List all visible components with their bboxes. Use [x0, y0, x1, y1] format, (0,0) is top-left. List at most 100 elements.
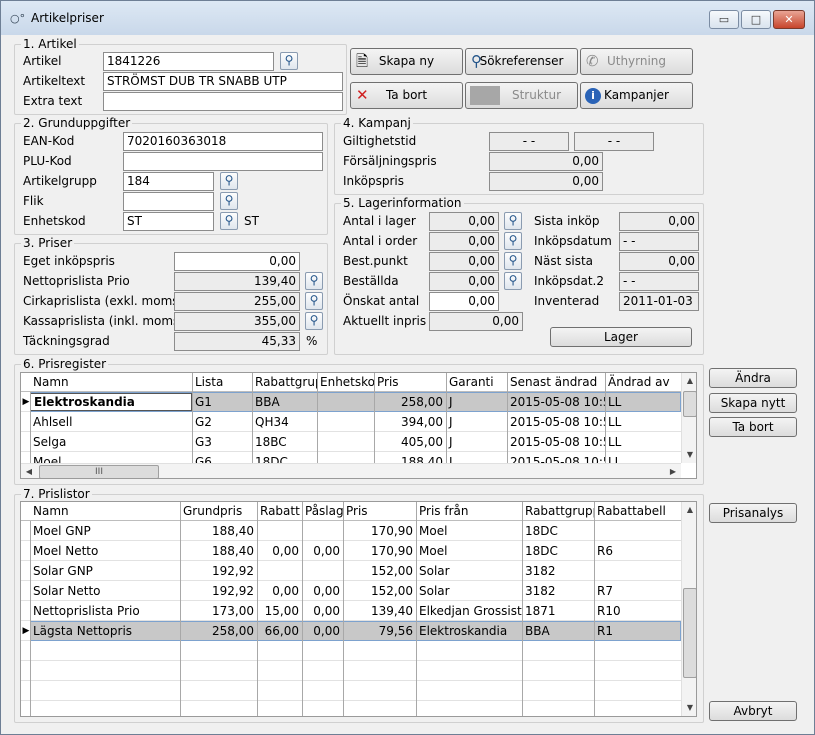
- table-cell[interactable]: Moel: [416, 541, 522, 561]
- table-cell[interactable]: 0,00: [302, 541, 343, 561]
- table-cell[interactable]: Nettoprislista Prio: [30, 601, 180, 621]
- close-button[interactable]: ✕: [773, 10, 805, 29]
- struktur-button[interactable]: Struktur: [465, 82, 578, 109]
- flik-input[interactable]: [123, 192, 214, 211]
- maximize-button[interactable]: □: [741, 10, 771, 29]
- vertical-scrollbar[interactable]: ▲ ▼: [681, 502, 696, 716]
- scroll-thumb[interactable]: [683, 391, 696, 417]
- inkopspris-input[interactable]: 0,00: [489, 172, 603, 191]
- table-cell[interactable]: Solar GNP: [30, 561, 180, 581]
- andra-button[interactable]: Ändra: [709, 368, 797, 388]
- table-cell[interactable]: [302, 521, 343, 541]
- avbryt-button[interactable]: Avbryt: [709, 701, 797, 721]
- table-cell[interactable]: 0,00: [302, 601, 343, 621]
- table-cell[interactable]: 66,00: [257, 621, 302, 641]
- table-cell[interactable]: Selga: [30, 432, 192, 452]
- table-cell[interactable]: Moel GNP: [30, 521, 180, 541]
- table-cell[interactable]: 152,00: [343, 581, 416, 601]
- grid-header-7[interactable]: Ändrad av: [608, 373, 681, 391]
- table-row[interactable]: Moel Netto 188,40 0,00 0,00 170,90 Moel 18DC R6: [21, 541, 681, 561]
- scroll-down-icon[interactable]: ▼: [682, 447, 696, 463]
- table-cell[interactable]: 15,00: [257, 601, 302, 621]
- giltighet-to-input[interactable]: - -: [574, 132, 654, 151]
- grid-header-2[interactable]: Rabattgrupp: [255, 373, 317, 391]
- table-cell[interactable]: 394,00: [374, 412, 446, 432]
- ta-bort-button[interactable]: ✕ Ta bort: [350, 82, 463, 109]
- table-cell[interactable]: 258,00: [180, 621, 257, 641]
- table-cell[interactable]: 170,90: [343, 521, 416, 541]
- scroll-right-icon[interactable]: ▶: [665, 464, 681, 478]
- prisregister-grid[interactable]: NamnListaRabattgruppEnhetskodPrisGaranti…: [20, 372, 697, 479]
- kampanjer-button[interactable]: i Kampanjer: [580, 82, 693, 109]
- prisanalys-button[interactable]: Prisanalys: [709, 503, 797, 523]
- scroll-thumb[interactable]: [683, 588, 696, 678]
- enhetskod-input[interactable]: ST: [123, 212, 214, 231]
- antal-i-order-search-icon[interactable]: ⚲: [504, 232, 522, 250]
- table-cell[interactable]: Moel Netto: [30, 541, 180, 561]
- table-cell[interactable]: J: [446, 432, 507, 452]
- table-cell[interactable]: G2: [192, 412, 252, 432]
- artikel-search-icon[interactable]: ⚲: [280, 52, 298, 70]
- enhetskod-search-icon[interactable]: ⚲: [220, 212, 238, 230]
- table-row[interactable]: Moel GNP 188,40 170,90 Moel 18DC: [21, 521, 681, 541]
- table-row[interactable]: Lägsta Nettopris 258,00 66,00 0,00 79,56 Elek…: [21, 621, 681, 641]
- ean-input[interactable]: 7020160363018: [123, 132, 323, 151]
- table-cell[interactable]: 173,00: [180, 601, 257, 621]
- vertical-scrollbar[interactable]: ▲ ▼: [681, 373, 696, 463]
- scroll-left-icon[interactable]: ◀: [21, 464, 37, 478]
- table-cell[interactable]: 0,00: [257, 541, 302, 561]
- scroll-down-icon[interactable]: ▼: [682, 700, 696, 716]
- table-cell[interactable]: 2015-05-08 10:55:2: [507, 412, 605, 432]
- kassaprislista-search-icon[interactable]: ⚲: [305, 312, 323, 330]
- artikeltext-input[interactable]: STRÖMST DUB TR SNABB UTP: [103, 72, 343, 91]
- skapa-nytt-button[interactable]: Skapa nytt: [709, 393, 797, 413]
- table-cell[interactable]: [317, 412, 374, 432]
- table-cell[interactable]: R7: [594, 581, 681, 601]
- table-cell[interactable]: 18BC: [252, 432, 317, 452]
- table-cell[interactable]: Ahlsell: [30, 412, 192, 432]
- table-cell[interactable]: [317, 432, 374, 452]
- artikelgrupp-search-icon[interactable]: ⚲: [220, 172, 238, 190]
- table-cell[interactable]: 152,00: [343, 561, 416, 581]
- grid-header-5[interactable]: Garanti: [449, 373, 507, 391]
- table-cell[interactable]: 79,56: [343, 621, 416, 641]
- cirkaprislista-search-icon[interactable]: ⚲: [305, 292, 323, 310]
- table-cell[interactable]: J: [446, 412, 507, 432]
- eget-inkopspris-input[interactable]: 0,00: [174, 252, 300, 271]
- table-row[interactable]: Elektroskandia G1 BBA 258,00 J 2015-05-08 10:…: [21, 392, 681, 412]
- table-cell[interactable]: 18DC: [522, 521, 594, 541]
- table-cell[interactable]: Elektroskandia: [416, 621, 522, 641]
- table-row[interactable]: Solar Netto 192,92 0,00 0,00 152,00 Solar 3182…: [21, 581, 681, 601]
- onskat-antal-input[interactable]: 0,00: [429, 292, 499, 311]
- scroll-up-icon[interactable]: ▲: [682, 502, 696, 518]
- forsaljningspris-input[interactable]: 0,00: [489, 152, 603, 171]
- table-cell[interactable]: [257, 561, 302, 581]
- table-cell[interactable]: 170,90: [343, 541, 416, 561]
- uthyrning-button[interactable]: ✆ Uthyrning: [580, 48, 693, 75]
- table-cell[interactable]: 2015-05-08 10:55:2: [507, 432, 605, 452]
- table-cell[interactable]: 188,40: [180, 541, 257, 561]
- table-cell[interactable]: 139,40: [343, 601, 416, 621]
- antal-i-lager-search-icon[interactable]: ⚲: [504, 212, 522, 230]
- table-cell[interactable]: [594, 561, 681, 581]
- grid-header-7[interactable]: Rabattabell: [597, 502, 681, 520]
- table-cell[interactable]: 3182: [522, 561, 594, 581]
- artikelgrupp-input[interactable]: 184: [123, 172, 214, 191]
- table-cell[interactable]: [302, 561, 343, 581]
- table-cell[interactable]: [317, 392, 374, 412]
- prislistor-grid[interactable]: Namn Grundpris Rabatt Påslag Pris Pris från Ra…: [20, 501, 697, 717]
- plu-input[interactable]: [123, 152, 323, 171]
- table-cell[interactable]: LL: [605, 432, 681, 452]
- table-cell[interactable]: 0,00: [302, 621, 343, 641]
- table-cell[interactable]: G3: [192, 432, 252, 452]
- sokreferenser-button[interactable]: ⚲ Sökreferenser: [465, 48, 578, 75]
- table-cell[interactable]: 18DC: [522, 541, 594, 561]
- table-cell[interactable]: 2015-05-08 10:55:2: [507, 392, 605, 412]
- grid-header-0[interactable]: Namn: [33, 502, 180, 520]
- table-row[interactable]: Solar GNP 192,92 152,00 Solar 3182: [21, 561, 681, 581]
- lager-button[interactable]: Lager: [550, 327, 692, 347]
- grid-header-4[interactable]: Pris: [377, 373, 446, 391]
- table-cell[interactable]: Solar: [416, 581, 522, 601]
- horizontal-scrollbar[interactable]: ◀ ▶ III: [21, 463, 681, 478]
- table-row[interactable]: Nettoprislista Prio 173,00 15,00 0,00 139,40…: [21, 601, 681, 621]
